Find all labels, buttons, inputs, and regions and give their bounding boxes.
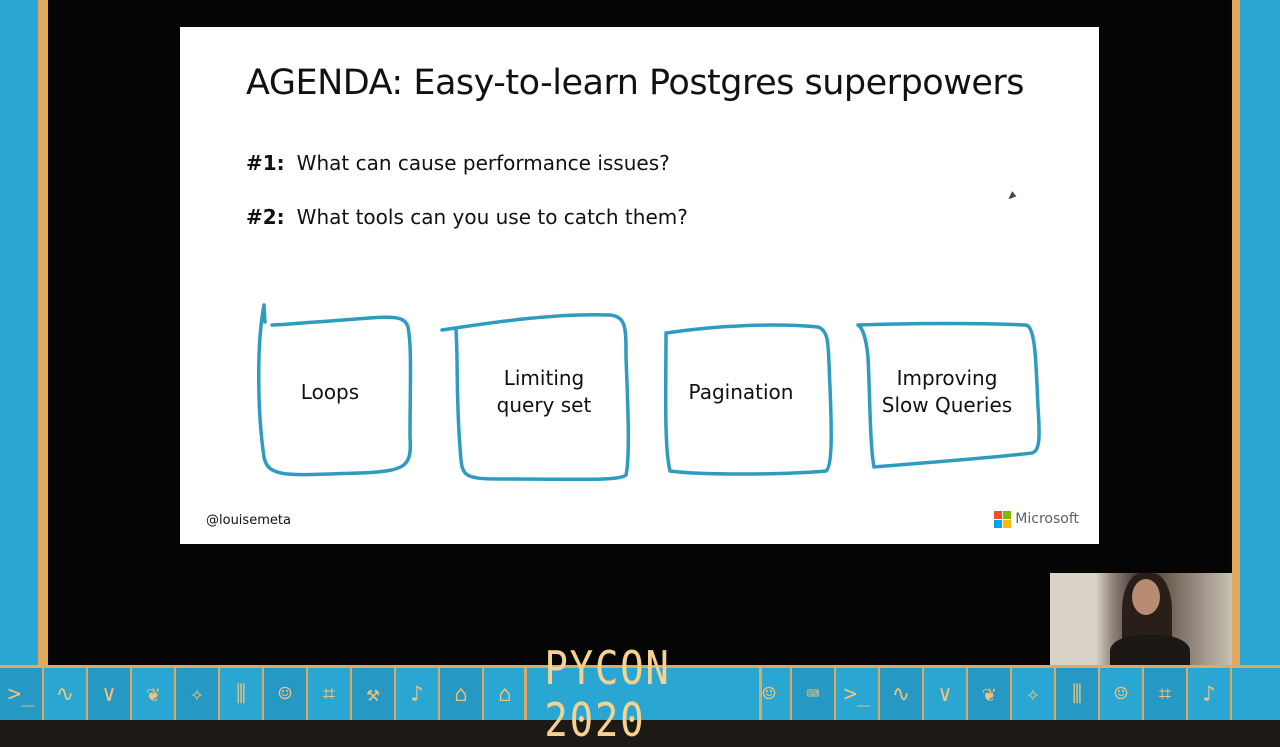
box-label-improving: Improving Slow Queries (881, 366, 1013, 417)
box-label-pagination: Pagination (688, 380, 794, 404)
chevron-icon: ∨ (88, 668, 132, 720)
agenda-item-number: #2: (246, 205, 285, 229)
hand-drawn-boxes (256, 303, 1041, 482)
right-frame-bar (1232, 0, 1280, 665)
microsoft-logo: Microsoft (994, 508, 1079, 530)
tower-icon: ⫼ (1056, 668, 1100, 720)
leaf-icon: ❦ (968, 668, 1012, 720)
chevron-icon: ∨ (924, 668, 968, 720)
building-icon: ⌂ (440, 668, 484, 720)
agenda-item-number: #1: (246, 151, 285, 175)
robot-icon: ☺ (264, 668, 308, 720)
agenda-item-1: #1: What can cause performance issues? (246, 151, 670, 175)
terminal-icon: >_ (0, 668, 44, 720)
microsoft-wordmark: Microsoft (1015, 511, 1079, 527)
slide-title: AGENDA: Easy-to-learn Postgres superpowe… (246, 63, 1024, 103)
agenda-item-text: What can cause performance issues? (296, 151, 670, 175)
conference-banner: >_ ∿ ∨ ❦ ✧ ⫼ ☺ ⌗ ⚒ ♪ ⌂ ⌂ ⌂ ⌂ ⌂ ⌂ ⌂ ☺ ⌨ >… (0, 642, 1280, 746)
twitter-handle: @louisemeta (206, 513, 291, 528)
star-icon: ✧ (1012, 668, 1056, 720)
laptop-icon: ⌨ (792, 668, 836, 720)
pycon-logo: PYCON 2020 (524, 642, 762, 746)
presentation-slide: AGENDA: Easy-to-learn Postgres superpowe… (180, 27, 1099, 544)
snake-icon: ∿ (880, 668, 924, 720)
star-icon: ✧ (176, 668, 220, 720)
tower-icon: ⫼ (220, 668, 264, 720)
circuit-icon: ⌗ (308, 668, 352, 720)
pycon-logo-text: PYCON 2020 (544, 641, 671, 747)
circuit-icon: ⌗ (1144, 668, 1188, 720)
left-frame-bar (0, 0, 48, 665)
tool-icon: ⚒ (352, 668, 396, 720)
box-label-limiting: Limiting query set (496, 366, 592, 417)
agenda-item-text: What tools can you use to catch them? (296, 205, 688, 229)
box-label-loops: Loops (300, 380, 360, 404)
leaf-icon: ❦ (132, 668, 176, 720)
speaker-webcam (1050, 573, 1232, 665)
microsoft-grid-icon (994, 510, 1012, 528)
snake-icon: ∿ (44, 668, 88, 720)
agenda-item-2: #2: What tools can you use to catch them? (246, 205, 688, 229)
harp-icon: ♪ (396, 668, 440, 720)
building-icon: ⌂ (484, 668, 528, 720)
harp-icon: ♪ (1188, 668, 1232, 720)
robot-icon: ☺ (1100, 668, 1144, 720)
terminal-icon: >_ (836, 668, 880, 720)
